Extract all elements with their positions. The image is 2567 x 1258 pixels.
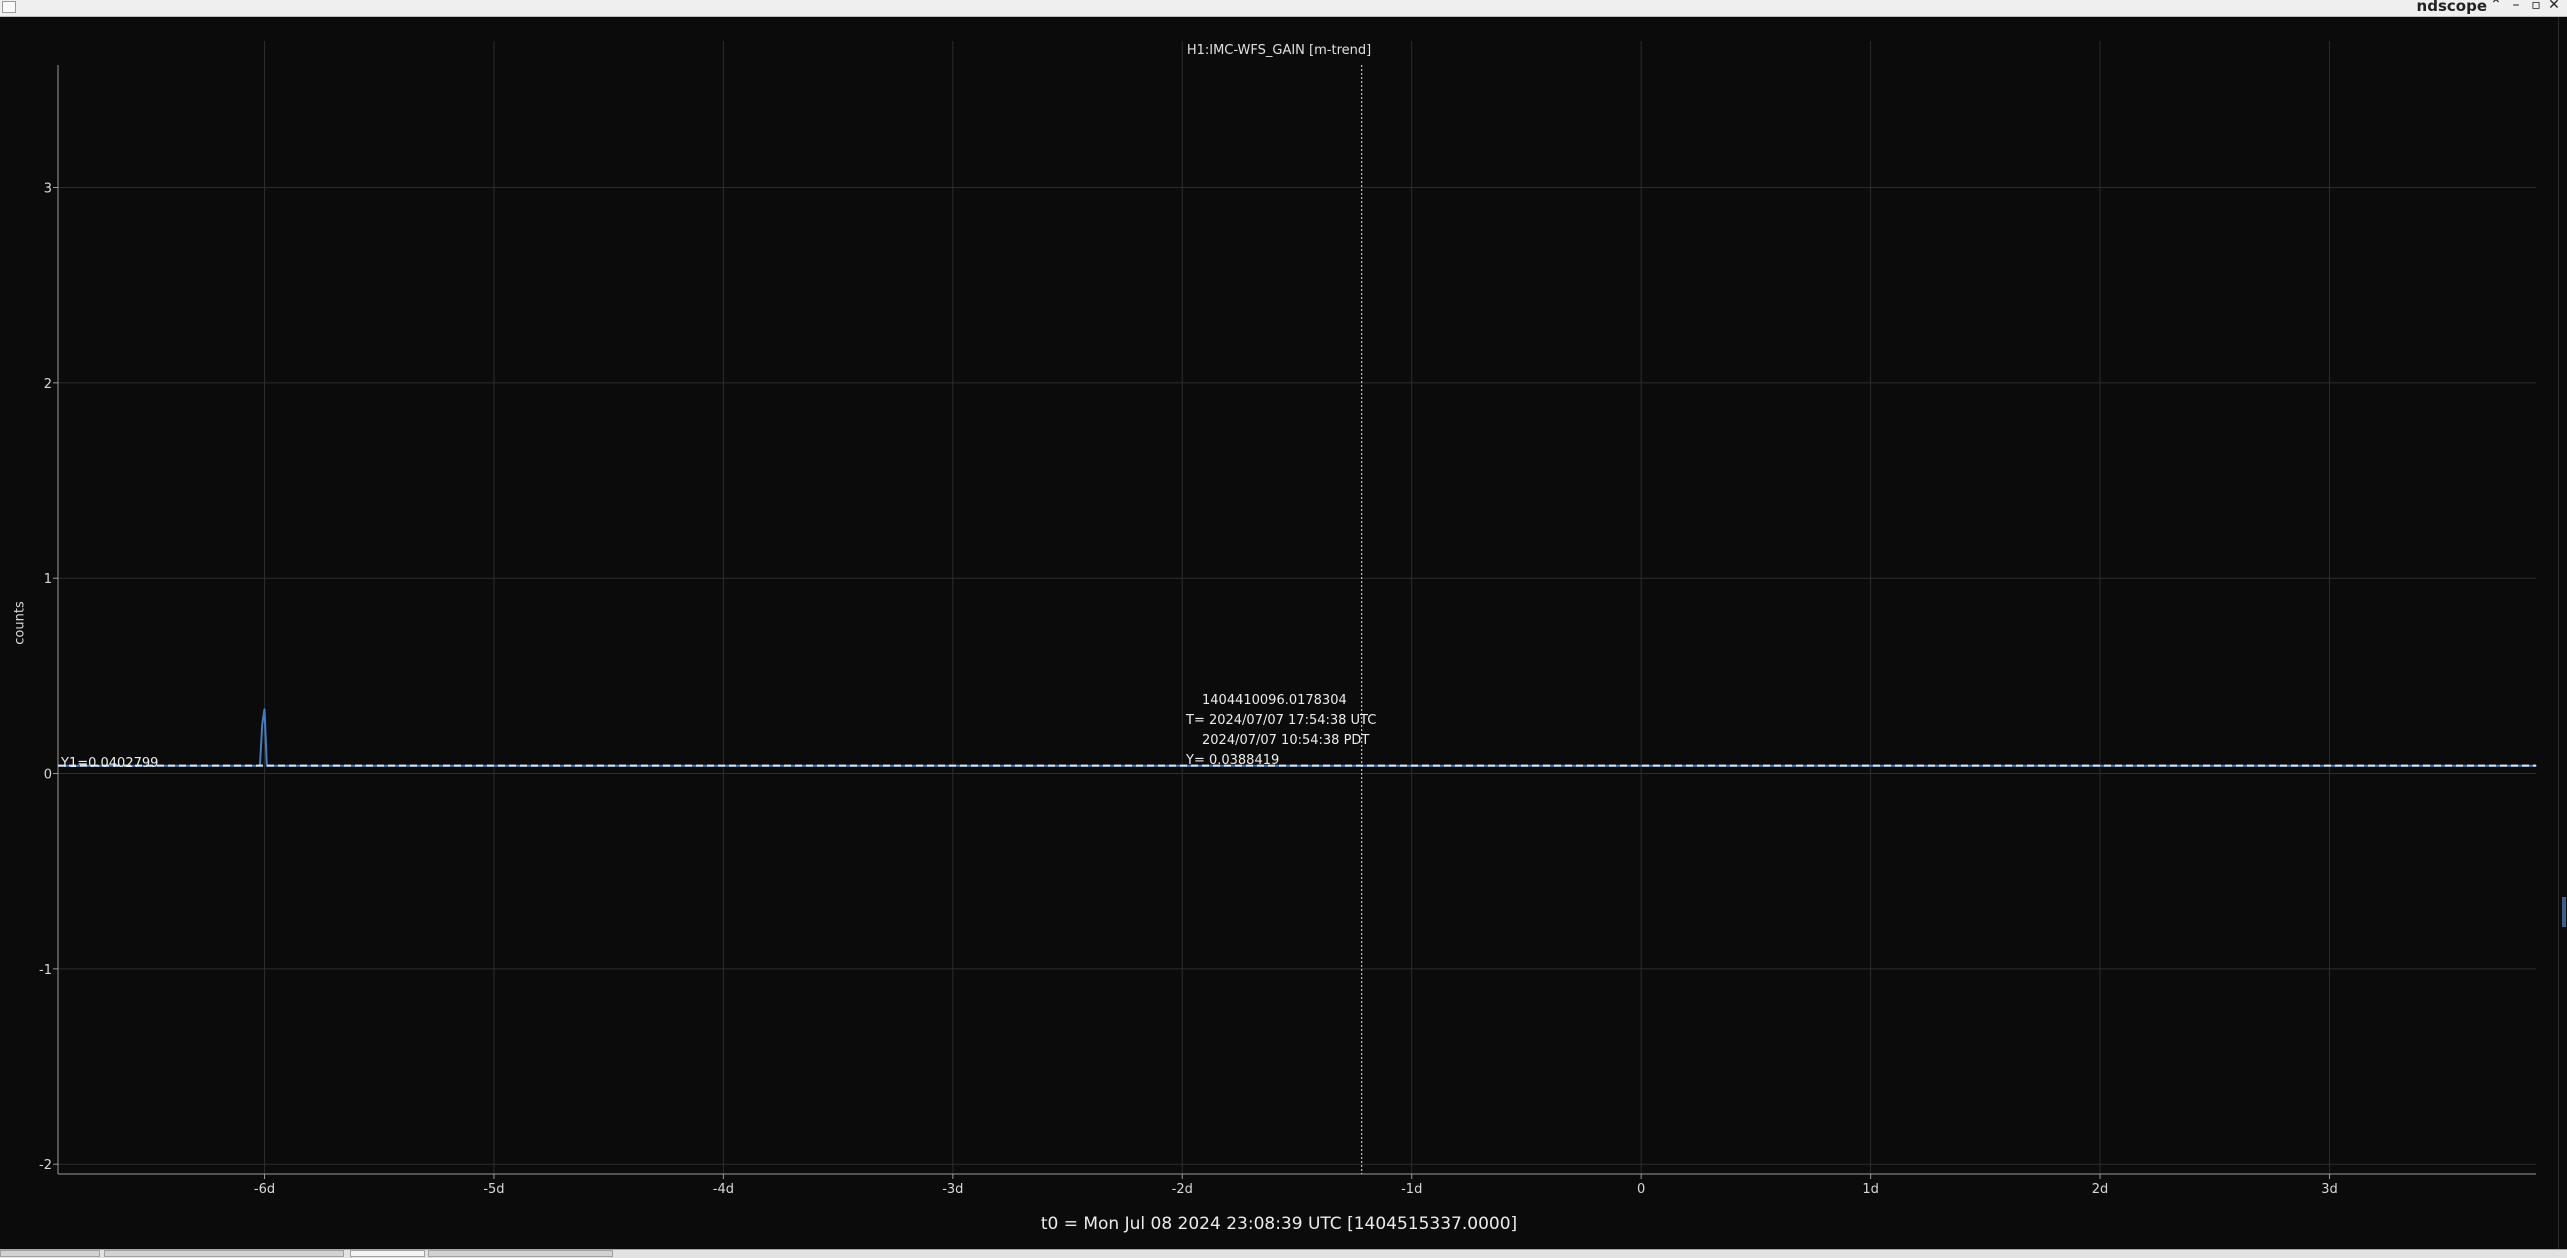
tab-4[interactable] <box>428 1250 613 1257</box>
x-tick-label: 2d <box>2092 1182 2109 1197</box>
x-tick-label: -6d <box>254 1182 275 1197</box>
window-title-bar: ndscope ⌃ – ▫ ✕ <box>0 0 2567 17</box>
y-tick-label: 1 <box>44 572 52 587</box>
x-tick-label: -4d <box>713 1182 734 1197</box>
y-tick-label: 0 <box>44 768 52 783</box>
close-button[interactable]: ✕ <box>2545 0 2563 13</box>
x-tick-label: -5d <box>483 1182 504 1197</box>
y-tick-label: -2 <box>39 1158 52 1173</box>
x-tick-label: -1d <box>1401 1182 1422 1197</box>
cursor-pdt-label: 2024/07/07 10:54:38 PDT <box>1202 733 1370 748</box>
tab-3[interactable] <box>350 1250 425 1257</box>
minimize-button[interactable]: – <box>2507 0 2525 13</box>
scrollbar-handle[interactable] <box>2562 897 2566 927</box>
maximize-button[interactable]: ▫ <box>2527 0 2545 13</box>
x-tick-label: 0 <box>1637 1182 1645 1197</box>
x-tick-label: -2d <box>1172 1182 1193 1197</box>
y-tick-label: -1 <box>39 963 52 978</box>
cursor-gps-label: 1404410096.0178304 <box>1202 693 1347 708</box>
cursor-y-label: Y= 0.0388419 <box>1186 753 1280 768</box>
data-point <box>263 708 266 710</box>
y1-cursor-label: Y1=0.0402799 <box>61 756 159 771</box>
tab-2[interactable] <box>104 1250 344 1257</box>
y-tick-label: 3 <box>44 182 52 197</box>
x-tick-label: 3d <box>2321 1182 2338 1197</box>
cursor-utc-label: T= 2024/07/07 17:54:38 UTC <box>1186 713 1377 728</box>
data-point <box>261 723 264 726</box>
keep-above-button[interactable]: ⌃ <box>2487 0 2505 13</box>
window-title: ndscope <box>2416 0 2487 15</box>
x-tick-label: -3d <box>942 1182 963 1197</box>
app-icon <box>2 1 16 13</box>
plot-panel[interactable]: -6d -5d -4d -3d -2d -1d 0 1d 2d 3d -2 -1 0 1 2 3 H1:IMC… <box>0 17 2559 1249</box>
side-scrollbar[interactable] <box>2559 17 2567 1249</box>
plot-canvas[interactable]: -6d -5d -4d -3d -2d -1d 0 1d 2d 3d -2 -1 0 1 2 3 <box>0 17 2558 1249</box>
t0-label: t0 = Mon Jul 08 2024 23:08:39 UTC [14045… <box>1040 1214 1518 1234</box>
plot-title: H1:IMC-WFS_GAIN [m-trend] <box>1186 43 1372 58</box>
tab-1[interactable] <box>0 1250 100 1257</box>
y-axis-label: counts <box>12 601 28 645</box>
y-tick-label: 2 <box>44 377 52 392</box>
x-tick-label: 1d <box>1862 1182 1879 1197</box>
